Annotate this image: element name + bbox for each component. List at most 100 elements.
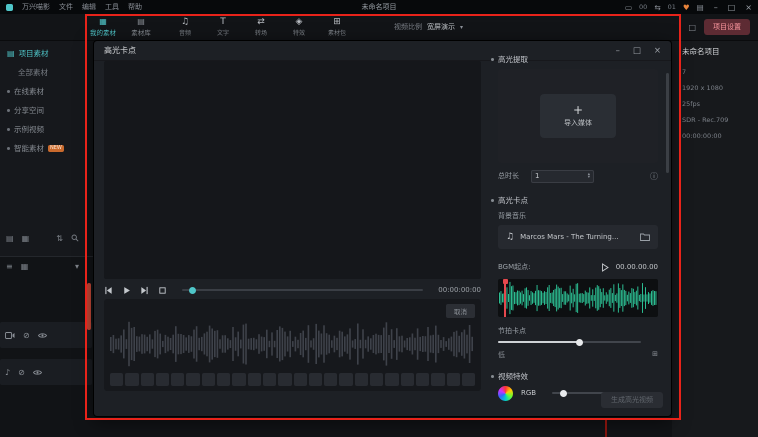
menu-edit[interactable]: 编辑 <box>82 2 96 12</box>
clip-segment[interactable] <box>110 373 123 386</box>
layout-icon[interactable]: ▭ <box>625 3 632 12</box>
seek-slider[interactable] <box>182 289 423 291</box>
app-logo-icon <box>6 4 13 11</box>
sidebar-item-smart-media[interactable]: 智能素材 NEW <box>0 139 85 158</box>
section-label: 高光提取 <box>498 54 528 65</box>
filter-icon[interactable]: ▤ <box>6 234 14 243</box>
menu-tools[interactable]: 工具 <box>105 2 119 12</box>
sidebar-item-online-media[interactable]: 在线素材 <box>0 82 85 101</box>
dialog-minimize-button[interactable]: – <box>616 46 620 56</box>
favorite-icon[interactable]: ♥ <box>683 3 690 12</box>
clip-segment[interactable] <box>431 373 444 386</box>
clip-segment[interactable] <box>339 373 352 386</box>
bgm-label: 背景音乐 <box>498 211 526 221</box>
track-visibility-icon[interactable] <box>38 332 47 339</box>
duration-stepper[interactable]: ▴ ▾ <box>588 173 590 180</box>
clip-segment[interactable] <box>416 373 429 386</box>
counter-b: 01 <box>668 3 676 11</box>
clip-segment[interactable] <box>125 373 138 386</box>
tool-effects[interactable]: ◈ 特效 <box>280 14 318 40</box>
clip-segment[interactable] <box>186 373 199 386</box>
search-icon[interactable] <box>71 234 79 242</box>
sidebar-item-all-media[interactable]: 全部素材 <box>0 63 85 82</box>
aspect-ratio-dropdown[interactable]: 视频比例 宽屏演示 ▾ <box>394 14 463 40</box>
skip-back-icon[interactable] <box>104 286 113 295</box>
scrollbar-thumb[interactable] <box>666 73 669 173</box>
panel-toggle-icon[interactable]: ▤ <box>697 3 704 12</box>
cancel-analysis-button[interactable]: 取消 <box>446 304 475 318</box>
timeline-playhead[interactable] <box>87 283 91 330</box>
clip-segment[interactable] <box>294 373 307 386</box>
track-visibility-icon[interactable] <box>33 369 42 376</box>
sidebar-item-label: 在线素材 <box>14 86 44 97</box>
window-maximize-button[interactable]: □ <box>728 3 736 12</box>
slider-handle[interactable] <box>560 390 567 397</box>
clip-segment[interactable] <box>141 373 154 386</box>
grid-view-icon[interactable]: ▦ <box>21 262 29 271</box>
sidebar-item-shared-space[interactable]: 分享空间 <box>0 101 85 120</box>
track-disable-icon[interactable]: ⊘ <box>18 368 25 377</box>
generate-highlight-button[interactable]: 生成高光视频 <box>601 392 663 408</box>
menu-file[interactable]: 文件 <box>59 2 73 12</box>
sidebar-item-sample-video[interactable]: 示例视频 <box>0 120 85 139</box>
dialog-scrollbar[interactable] <box>666 65 669 409</box>
bgm-track-row[interactable]: ♫ Marcos Mars - The Turning... <box>498 225 658 249</box>
app-name[interactable]: 万兴喵影 <box>22 2 50 12</box>
window-close-button[interactable]: × <box>745 3 752 12</box>
sort-icon[interactable]: ⇅ <box>56 234 63 243</box>
clip-segment[interactable] <box>232 373 245 386</box>
chevron-down-icon[interactable]: ▾ <box>75 262 79 271</box>
expand-icon[interactable]: □ <box>688 23 696 32</box>
clip-segment[interactable] <box>355 373 368 386</box>
dialog-close-button[interactable]: × <box>654 46 661 56</box>
clip-segment[interactable] <box>447 373 460 386</box>
clip-segment[interactable] <box>324 373 337 386</box>
list-view-icon[interactable]: ≡ <box>6 262 13 271</box>
dialog-maximize-button[interactable]: □ <box>633 46 641 56</box>
duration-label: 总时长 <box>498 171 519 181</box>
slider-handle[interactable] <box>576 339 583 346</box>
clip-segment[interactable] <box>309 373 322 386</box>
track-disable-icon[interactable]: ⊘ <box>23 331 30 340</box>
browse-folder-icon[interactable] <box>640 233 650 241</box>
bgm-waveform-panel[interactable] <box>498 279 658 317</box>
clip-segment[interactable] <box>401 373 414 386</box>
skip-forward-icon[interactable] <box>140 286 149 295</box>
clip-segment[interactable] <box>171 373 184 386</box>
duration-input[interactable]: 1 ▴ ▾ <box>531 170 594 183</box>
tool-asset-pack[interactable]: ⊞ 素材包 <box>318 14 356 40</box>
beat-density-slider[interactable] <box>498 341 641 343</box>
clip-segment[interactable] <box>202 373 215 386</box>
color-wheel-icon[interactable] <box>498 386 513 401</box>
clip-segment[interactable] <box>278 373 291 386</box>
play-icon[interactable] <box>122 286 131 295</box>
menu-help[interactable]: 帮助 <box>128 2 142 12</box>
sidebar-item-label: 智能素材 <box>14 143 44 154</box>
clip-segment[interactable] <box>385 373 398 386</box>
swap-icon[interactable]: ⇆ <box>654 3 660 12</box>
tool-text[interactable]: T 文字 <box>204 14 242 40</box>
beat-tune-icon[interactable]: ⊞ <box>652 350 658 360</box>
seek-handle[interactable] <box>189 287 196 294</box>
clip-segment[interactable] <box>248 373 261 386</box>
clip-segment[interactable] <box>263 373 276 386</box>
stop-icon[interactable] <box>158 286 167 295</box>
clip-segment[interactable] <box>217 373 230 386</box>
timeline-divider <box>0 256 93 257</box>
project-settings-button[interactable]: 项目设置 <box>704 19 750 35</box>
tab-stock-library[interactable]: ▤ 素材库 <box>122 14 160 40</box>
tool-audio[interactable]: ♫ 音频 <box>166 14 204 40</box>
spinner-down-icon[interactable]: ▾ <box>588 176 590 180</box>
bgm-play-icon[interactable] <box>601 263 609 272</box>
import-media-button[interactable]: + 导入媒体 <box>540 94 616 138</box>
sidebar-item-project-media[interactable]: ▤ 项目素材 <box>0 44 85 63</box>
clip-segment[interactable] <box>462 373 475 386</box>
my-media-icon: ▦ <box>99 17 107 26</box>
tab-my-media[interactable]: ▦ 我的素材 <box>84 14 122 40</box>
clip-segment[interactable] <box>156 373 169 386</box>
clip-segment[interactable] <box>370 373 383 386</box>
grid-view-icon[interactable]: ▦ <box>22 234 30 243</box>
tool-transition[interactable]: ⇄ 转场 <box>242 14 280 40</box>
bgm-playhead[interactable] <box>504 279 506 317</box>
window-minimize-button[interactable]: – <box>714 3 718 12</box>
